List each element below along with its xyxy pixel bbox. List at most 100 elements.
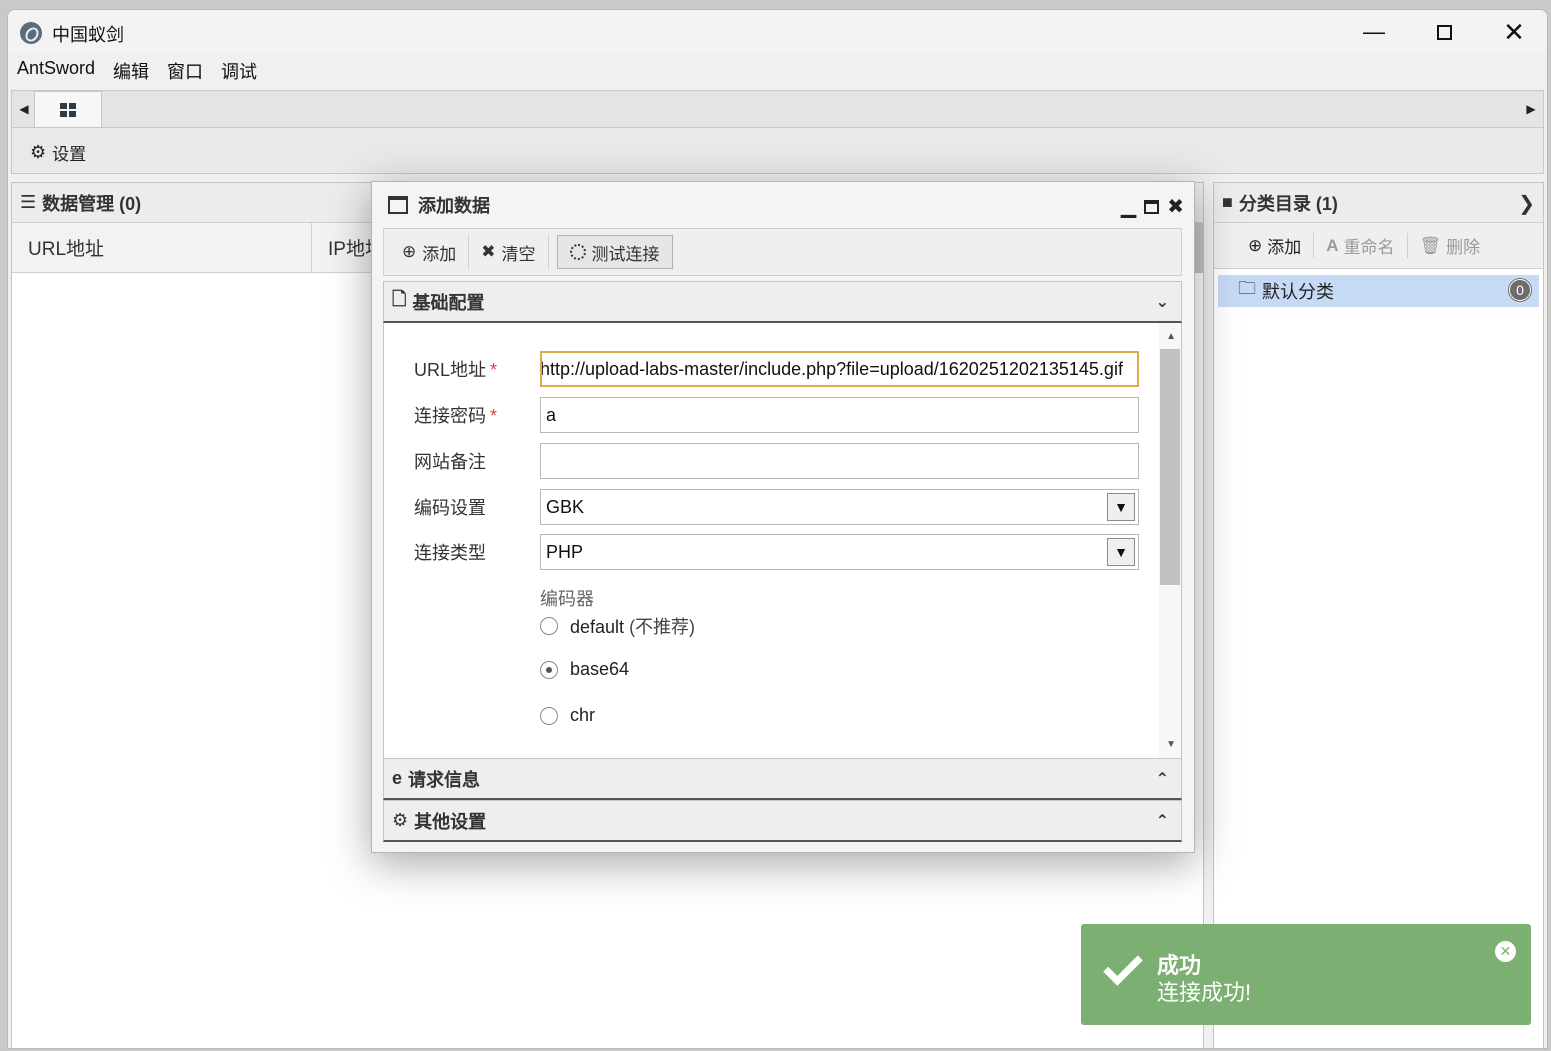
data-scrollbar[interactable] (1195, 223, 1203, 273)
dialog-toolbar: ⊕ 添加 ✖ 清空 测试连接 (383, 228, 1182, 276)
encoder-label: 编码器 (540, 589, 594, 609)
dialog-test-label: 测试连接 (591, 244, 660, 264)
font-icon: A (1326, 235, 1339, 255)
menu-edit[interactable]: 编辑 (113, 58, 149, 86)
column-url[interactable]: URL地址 (12, 223, 312, 272)
antsword-logo-icon (20, 22, 42, 44)
dialog-controls: ▁ ✖ (1121, 194, 1184, 219)
category-count-badge: 0 (1509, 279, 1531, 301)
tab-scroll-right-icon[interactable]: ▶ (1521, 99, 1541, 119)
category-item-label: 默认分类 (1262, 282, 1334, 302)
radio-circle[interactable] (540, 617, 558, 635)
dialog-test-connection-button[interactable]: 测试连接 (556, 235, 673, 269)
section-other-settings[interactable]: ⚙ 其他设置 ⌃ (383, 800, 1182, 842)
type-select[interactable]: PHP ▼ (540, 534, 1139, 570)
type-label: 连接类型 (414, 543, 486, 563)
window-icon (388, 196, 408, 214)
menu-bar: AntSword 编辑 窗口 调试 (8, 58, 1547, 86)
scroll-down-icon[interactable]: ▼ (1166, 739, 1176, 750)
password-input[interactable]: a (540, 397, 1139, 433)
category-toolbar: ⊕ 添加 A 重命名 🗑 删除 (1214, 223, 1543, 269)
main-toolbar: ⚙ 设置 (11, 128, 1544, 174)
ie-icon: e (392, 768, 403, 788)
toast-message: 连接成功! (1157, 980, 1252, 1005)
note-input[interactable] (540, 443, 1139, 479)
encoding-row: 编码设置 GBK ▼ (414, 488, 1139, 526)
encoding-select[interactable]: GBK ▼ (540, 489, 1139, 525)
dialog-close-icon[interactable]: ✖ (1167, 194, 1184, 219)
gear-icon: ⚙ (30, 142, 47, 162)
check-icon (1103, 946, 1143, 986)
type-value: PHP (546, 541, 584, 562)
toast-close-icon[interactable]: ✕ (1495, 941, 1516, 962)
file-icon: 🗋 (392, 288, 407, 309)
category-delete-button[interactable]: 🗑 删除 (1408, 233, 1493, 258)
radio-circle-selected[interactable] (540, 660, 558, 679)
menu-debug[interactable]: 调试 (221, 58, 257, 86)
settings-label: 设置 (52, 145, 87, 164)
encoder-chr-label: chr (570, 705, 596, 725)
chevron-down-icon[interactable]: ▼ (1107, 493, 1135, 521)
minimize-button[interactable]: — (1339, 10, 1409, 54)
title-bar[interactable]: 中国蚁剑 — ✕ (8, 10, 1547, 54)
menu-window[interactable]: 窗口 (167, 58, 203, 86)
category-rename-label: 重命名 (1343, 238, 1395, 257)
dialog-maximize-icon[interactable] (1144, 199, 1160, 214)
menu-antsword[interactable]: AntSword (17, 58, 95, 86)
section-request-info[interactable]: e 请求信息 ⌃ (383, 758, 1182, 800)
encoding-value: GBK (546, 496, 585, 517)
category-add-button[interactable]: ⊕ 添加 (1236, 233, 1315, 258)
add-data-dialog: 添加数据 ▁ ✖ ⊕ 添加 ✖ 清空 测试连接 🗋 基础配置 ⌄ URL地址 * … (371, 181, 1195, 853)
url-row: URL地址 * http://upload-labs-master/include… (414, 350, 1139, 388)
encoder-option-default[interactable]: default (不推荐) (540, 613, 695, 639)
trash-icon: 🗑 (1419, 235, 1442, 255)
section-basic-label: 基础配置 (412, 292, 485, 313)
category-rename-button[interactable]: A 重命名 (1314, 233, 1408, 258)
chevron-down-icon[interactable]: ▼ (1107, 538, 1135, 566)
category-add-label: 添加 (1267, 238, 1302, 257)
type-row: 连接类型 PHP ▼ (414, 533, 1139, 571)
encoder-option-chr[interactable]: chr (540, 705, 595, 726)
section-request-label: 请求信息 (408, 769, 481, 790)
settings-button[interactable]: ⚙ 设置 (30, 140, 86, 165)
category-item-default[interactable]: 🗀 默认分类 0 (1218, 275, 1539, 307)
url-label: URL地址 * (414, 360, 498, 380)
list-icon: ☰ (20, 192, 37, 212)
close-button[interactable]: ✕ (1479, 10, 1547, 54)
dialog-minimize-icon[interactable]: ▁ (1121, 194, 1136, 219)
tab-scroll-left-icon[interactable]: ◀ (14, 99, 34, 119)
radio-circle[interactable] (540, 706, 558, 725)
chevron-up-icon: ⌃ (1155, 771, 1169, 788)
encoder-option-base64[interactable]: base64 (540, 659, 629, 680)
dialog-clear-label: 清空 (501, 244, 536, 264)
encoding-label: 编码设置 (414, 498, 486, 518)
gears-icon: ⚙ (392, 810, 409, 830)
basic-config-body: URL地址 * http://upload-labs-master/include… (383, 323, 1182, 758)
password-row: 连接密码 * a (414, 396, 1139, 434)
form-scrollbar[interactable]: ▲ ▼ (1159, 323, 1181, 758)
window-title: 中国蚁剑 (52, 25, 124, 45)
chevron-up-icon: ⌃ (1155, 813, 1169, 830)
chevron-down-icon: ⌄ (1155, 294, 1169, 311)
dialog-add-label: 添加 (422, 244, 457, 264)
times-icon: ✖ (481, 242, 496, 261)
dialog-add-button[interactable]: ⊕ 添加 (390, 235, 470, 269)
scroll-up-icon[interactable]: ▲ (1166, 331, 1176, 342)
folder-open-icon: 🗀 (1238, 278, 1256, 298)
plus-circle-icon: ⊕ (402, 242, 417, 261)
dialog-title-bar[interactable]: 添加数据 (372, 182, 1194, 228)
category-panel-header: ■ 分类目录 (1) ❯ (1214, 183, 1543, 223)
dialog-clear-button[interactable]: ✖ 清空 (469, 235, 549, 269)
maximize-button[interactable] (1409, 10, 1479, 54)
category-panel-title: 分类目录 (1) (1238, 193, 1338, 214)
plus-circle-icon: ⊕ (1248, 235, 1263, 255)
tab-home[interactable] (34, 91, 102, 127)
grid-icon (60, 102, 76, 117)
spinner-icon (569, 244, 586, 260)
scrollbar-thumb[interactable] (1160, 349, 1180, 585)
success-toast: 成功 连接成功! ✕ (1081, 924, 1531, 1025)
section-basic-config[interactable]: 🗋 基础配置 ⌄ (383, 281, 1182, 323)
encoder-base64-label: base64 (570, 659, 630, 679)
url-input[interactable]: http://upload-labs-master/include.php?fi… (540, 351, 1139, 387)
chevron-right-icon[interactable]: ❯ (1518, 191, 1535, 216)
